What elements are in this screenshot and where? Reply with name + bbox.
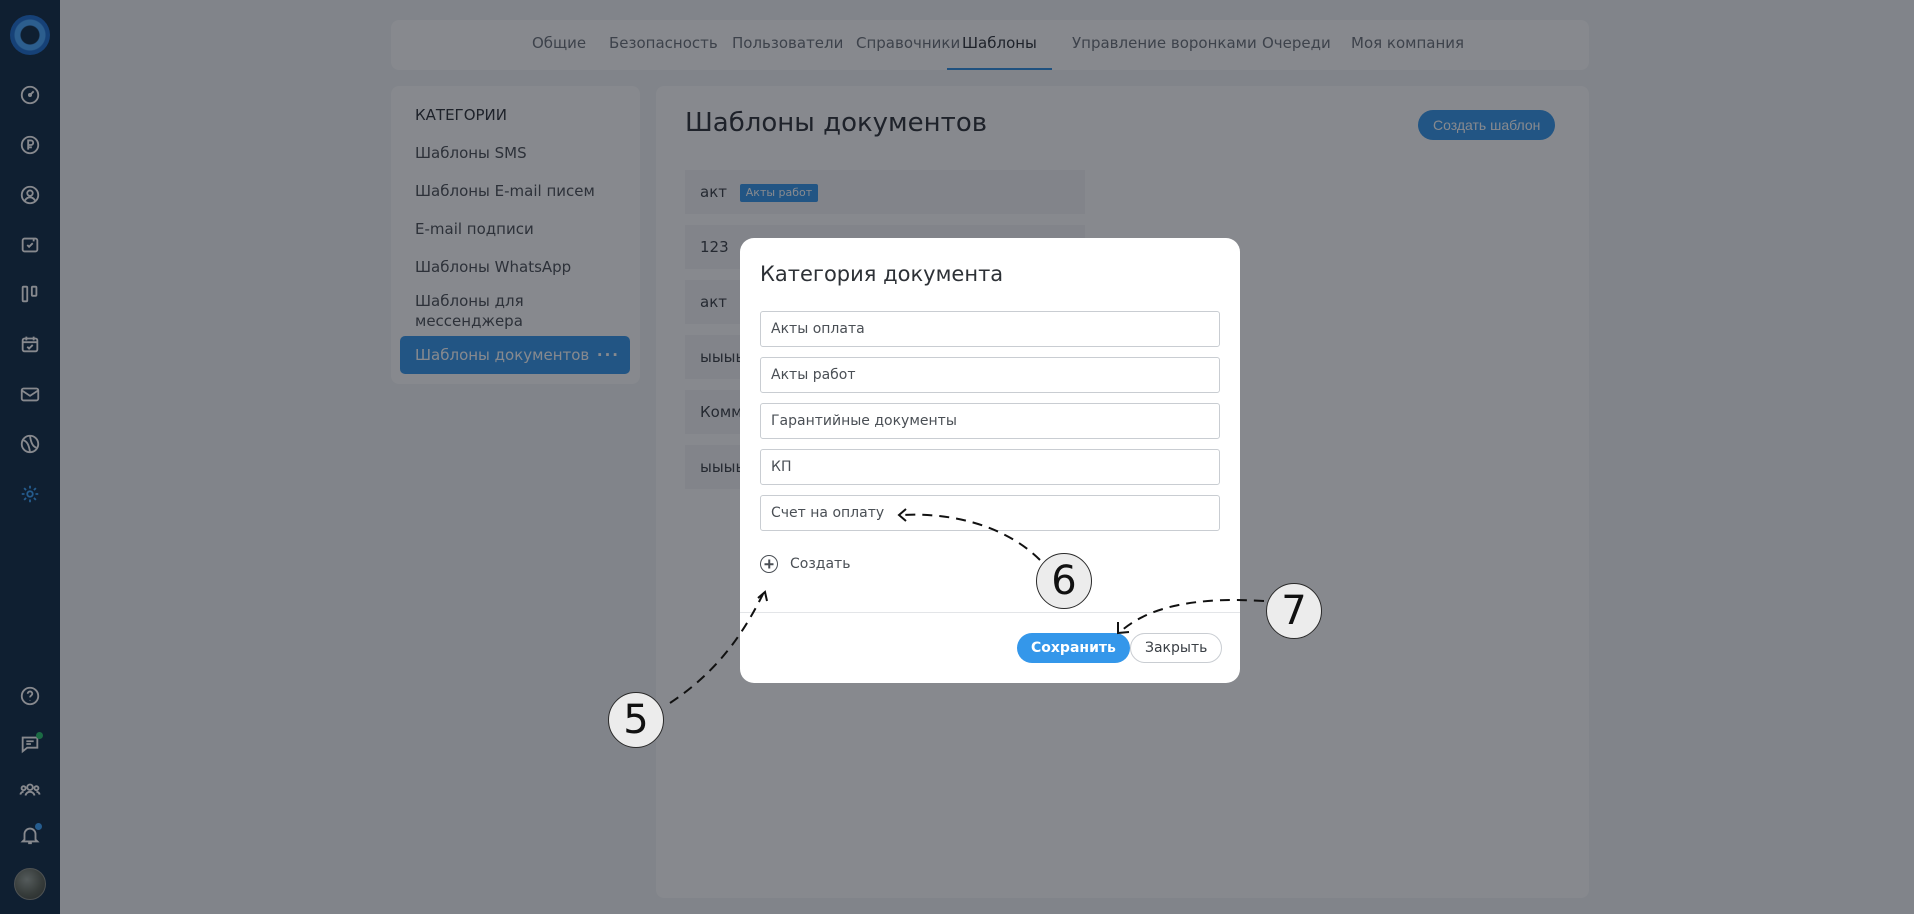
close-button[interactable]: Закрыть [1130,633,1223,663]
modal-title: Категория документа [760,262,1004,286]
add-category-label: Создать [790,556,851,572]
save-button[interactable]: Сохранить [1017,633,1130,663]
callout-5: 5 [608,692,664,748]
plus-circle-icon [760,555,778,573]
category-field[interactable] [760,495,1220,531]
category-field[interactable] [760,311,1220,347]
add-category-button[interactable]: Создать [760,552,850,576]
category-field[interactable] [760,403,1220,439]
modal-divider [740,612,1240,613]
document-category-modal: Категория документа Создать Сохранить За… [740,238,1240,683]
category-field[interactable] [760,449,1220,485]
callout-6: 6 [1036,553,1092,609]
category-field[interactable] [760,357,1220,393]
callout-7: 7 [1266,583,1322,639]
